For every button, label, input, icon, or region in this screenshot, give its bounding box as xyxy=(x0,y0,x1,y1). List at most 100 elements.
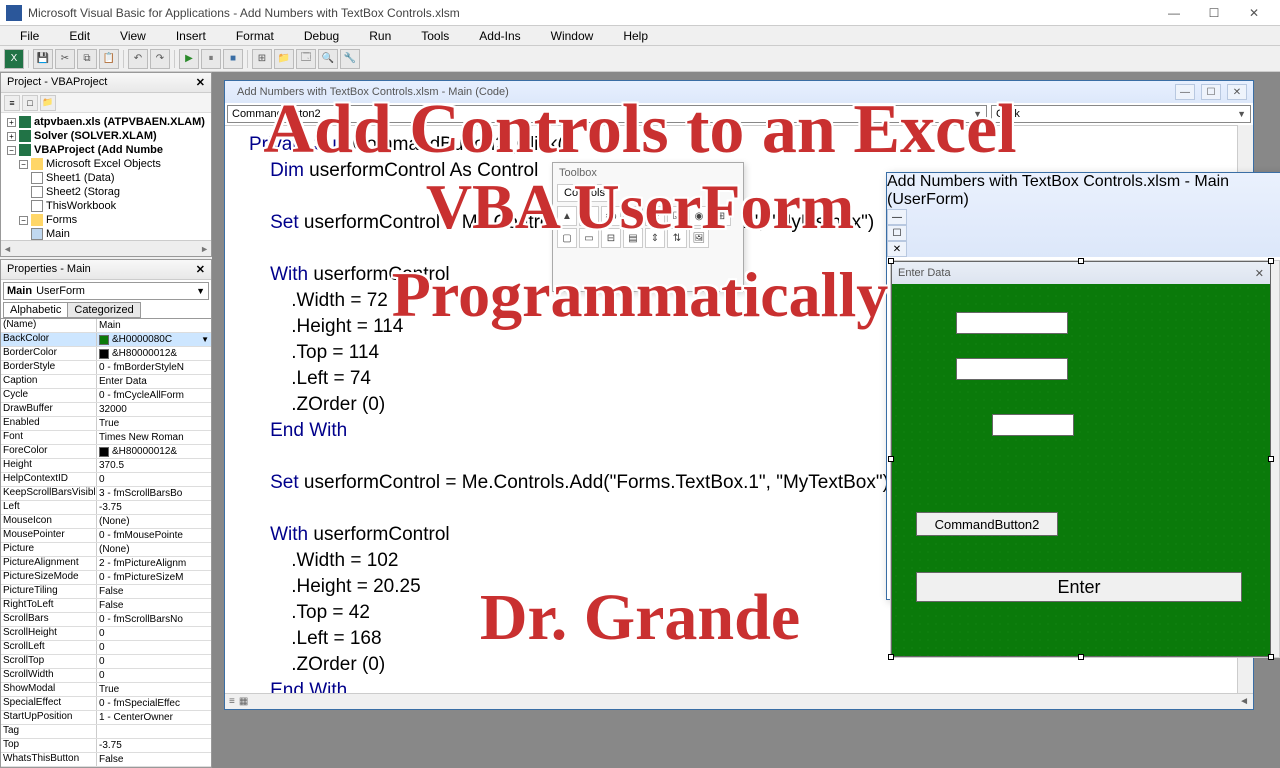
property-row[interactable]: StartUpPosition1 - CenterOwner xyxy=(1,711,211,725)
property-row[interactable]: WhatsThisButtonFalse xyxy=(1,753,211,767)
property-row[interactable]: EnabledTrue xyxy=(1,417,211,431)
properties-object-selector[interactable]: MainUserForm ▼ xyxy=(3,282,209,300)
property-row[interactable]: SpecialEffect0 - fmSpecialEffec xyxy=(1,697,211,711)
props-tab-categorized[interactable]: Categorized xyxy=(67,302,140,318)
property-row[interactable]: Left-3.75 xyxy=(1,501,211,515)
tool-combobox-icon[interactable]: ▭ xyxy=(623,206,643,226)
tool-excel-icon[interactable]: X xyxy=(4,49,24,69)
code-view-buttons[interactable]: ≡▦◄ xyxy=(225,693,1253,709)
property-row[interactable]: PictureTilingFalse xyxy=(1,585,211,599)
property-row[interactable]: DrawBuffer32000 xyxy=(1,403,211,417)
property-row[interactable]: Cycle0 - fmCycleAllForm xyxy=(1,389,211,403)
property-row[interactable]: ShowModalTrue xyxy=(1,683,211,697)
property-row[interactable]: Height370.5 xyxy=(1,459,211,473)
menu-addins[interactable]: Add-Ins xyxy=(465,28,534,44)
code-object-combo[interactable]: CommandButton2▼ xyxy=(227,105,987,123)
tool-browser-icon[interactable]: 🔍 xyxy=(318,49,338,69)
tool-redo-icon[interactable]: ↷ xyxy=(150,49,170,69)
close-button[interactable]: ✕ xyxy=(1234,1,1274,25)
tool-tabstrip-icon[interactable]: ⊟ xyxy=(601,228,621,248)
property-row[interactable]: Tag xyxy=(1,725,211,739)
menu-help[interactable]: Help xyxy=(609,28,662,44)
menu-run[interactable]: Run xyxy=(355,28,405,44)
toolbox-window[interactable]: Toolbox Controls ▲ A ab ▭ ☰ ☑ ◉ ⊞ ▢ ▭ ⊟ … xyxy=(552,162,744,292)
tool-design-icon[interactable]: ⊞ xyxy=(252,49,272,69)
tool-toolbox-icon[interactable]: 🔧 xyxy=(340,49,360,69)
textbox1-control[interactable] xyxy=(956,312,1068,334)
view-object-icon[interactable]: □ xyxy=(22,95,38,111)
tool-toggle-icon[interactable]: ⊞ xyxy=(711,206,731,226)
tool-copy-icon[interactable]: ⧉ xyxy=(77,49,97,69)
tool-undo-icon[interactable]: ↶ xyxy=(128,49,148,69)
ufwin-maximize-button[interactable]: ☐ xyxy=(887,225,907,241)
maximize-button[interactable]: ☐ xyxy=(1194,1,1234,25)
property-row[interactable]: MouseIcon(None) xyxy=(1,515,211,529)
tool-save-icon[interactable]: 💾 xyxy=(33,49,53,69)
ufwin-minimize-button[interactable]: — xyxy=(887,209,907,225)
tool-spin-icon[interactable]: ⇅ xyxy=(667,228,687,248)
enter-button-control[interactable]: Enter xyxy=(916,572,1242,602)
tool-label-icon[interactable]: A xyxy=(579,206,599,226)
codewin-close-button[interactable]: ✕ xyxy=(1227,84,1247,100)
tool-break-icon[interactable]: ⏸ xyxy=(201,49,221,69)
property-row[interactable]: CaptionEnter Data xyxy=(1,375,211,389)
property-row[interactable]: Top-3.75 xyxy=(1,739,211,753)
ufwin-close-button[interactable]: ✕ xyxy=(887,241,907,257)
tool-pointer-icon[interactable]: ▲ xyxy=(557,206,577,226)
view-code-icon[interactable]: ≡ xyxy=(4,95,20,111)
textbox3-control[interactable] xyxy=(992,414,1074,436)
codewin-maximize-button[interactable]: ☐ xyxy=(1201,84,1221,100)
property-row[interactable]: HelpContextID0 xyxy=(1,473,211,487)
tool-option-icon[interactable]: ◉ xyxy=(689,206,709,226)
project-panel-close-button[interactable]: ✕ xyxy=(196,76,205,89)
property-row[interactable]: FontTimes New Roman xyxy=(1,431,211,445)
userform-main[interactable]: Enter Data ✕ CommandButton2 Enter xyxy=(891,261,1271,657)
tool-project-icon[interactable]: 📁 xyxy=(274,49,294,69)
code-procedure-combo[interactable]: Click▼ xyxy=(991,105,1251,123)
property-row[interactable]: BackColor&H0000080C▼ xyxy=(1,333,211,347)
tool-reset-icon[interactable]: ■ xyxy=(223,49,243,69)
property-row[interactable]: MousePointer0 - fmMousePointe xyxy=(1,529,211,543)
property-row[interactable]: ForeColor&H80000012& xyxy=(1,445,211,459)
properties-panel-close-button[interactable]: ✕ xyxy=(196,263,205,276)
tool-run-icon[interactable]: ▶ xyxy=(179,49,199,69)
property-row[interactable]: BorderColor&H80000012& xyxy=(1,347,211,361)
property-row[interactable]: ScrollHeight0 xyxy=(1,627,211,641)
commandbutton2-control[interactable]: CommandButton2 xyxy=(916,512,1058,536)
property-row[interactable]: PictureSizeMode0 - fmPictureSizeM xyxy=(1,571,211,585)
props-tab-alphabetic[interactable]: Alphabetic xyxy=(3,302,68,318)
menu-window[interactable]: Window xyxy=(537,28,608,44)
menu-tools[interactable]: Tools xyxy=(407,28,463,44)
property-row[interactable]: ScrollTop0 xyxy=(1,655,211,669)
userform-design-surface[interactable]: Enter Data ✕ CommandButton2 Enter xyxy=(890,260,1280,658)
tool-scrollbar-icon[interactable]: ⇕ xyxy=(645,228,665,248)
property-row[interactable]: PictureAlignment2 - fmPictureAlignm xyxy=(1,557,211,571)
property-row[interactable]: ScrollWidth0 xyxy=(1,669,211,683)
tool-multipage-icon[interactable]: ▤ xyxy=(623,228,643,248)
property-row[interactable]: ScrollBars0 - fmScrollBarsNo xyxy=(1,613,211,627)
tool-frame-icon[interactable]: ▢ xyxy=(557,228,577,248)
toolbox-tab-controls[interactable]: Controls xyxy=(557,184,612,202)
menu-file[interactable]: File xyxy=(6,28,53,44)
property-row[interactable]: ScrollLeft0 xyxy=(1,641,211,655)
tool-button-icon[interactable]: ▭ xyxy=(579,228,599,248)
codewin-minimize-button[interactable]: — xyxy=(1175,84,1195,100)
property-row[interactable]: RightToLeftFalse xyxy=(1,599,211,613)
menu-view[interactable]: View xyxy=(106,28,160,44)
tool-textbox-icon[interactable]: ab xyxy=(601,206,621,226)
project-scrollbar[interactable]: ◄► xyxy=(1,240,211,256)
tool-paste-icon[interactable]: 📋 xyxy=(99,49,119,69)
textbox2-control[interactable] xyxy=(956,358,1068,380)
property-row[interactable]: (Name)Main xyxy=(1,319,211,333)
property-row[interactable]: BorderStyle0 - fmBorderStyleN xyxy=(1,361,211,375)
tool-image-icon[interactable]: 🖼 xyxy=(689,228,709,248)
menu-debug[interactable]: Debug xyxy=(290,28,353,44)
userform-close-icon[interactable]: ✕ xyxy=(1255,267,1264,280)
menu-format[interactable]: Format xyxy=(222,28,288,44)
property-row[interactable]: Picture(None) xyxy=(1,543,211,557)
menu-insert[interactable]: Insert xyxy=(162,28,220,44)
tool-listbox-icon[interactable]: ☰ xyxy=(645,206,665,226)
tool-cut-icon[interactable]: ✂ xyxy=(55,49,75,69)
toggle-folders-icon[interactable]: 📁 xyxy=(40,95,56,111)
tool-checkbox-icon[interactable]: ☑ xyxy=(667,206,687,226)
